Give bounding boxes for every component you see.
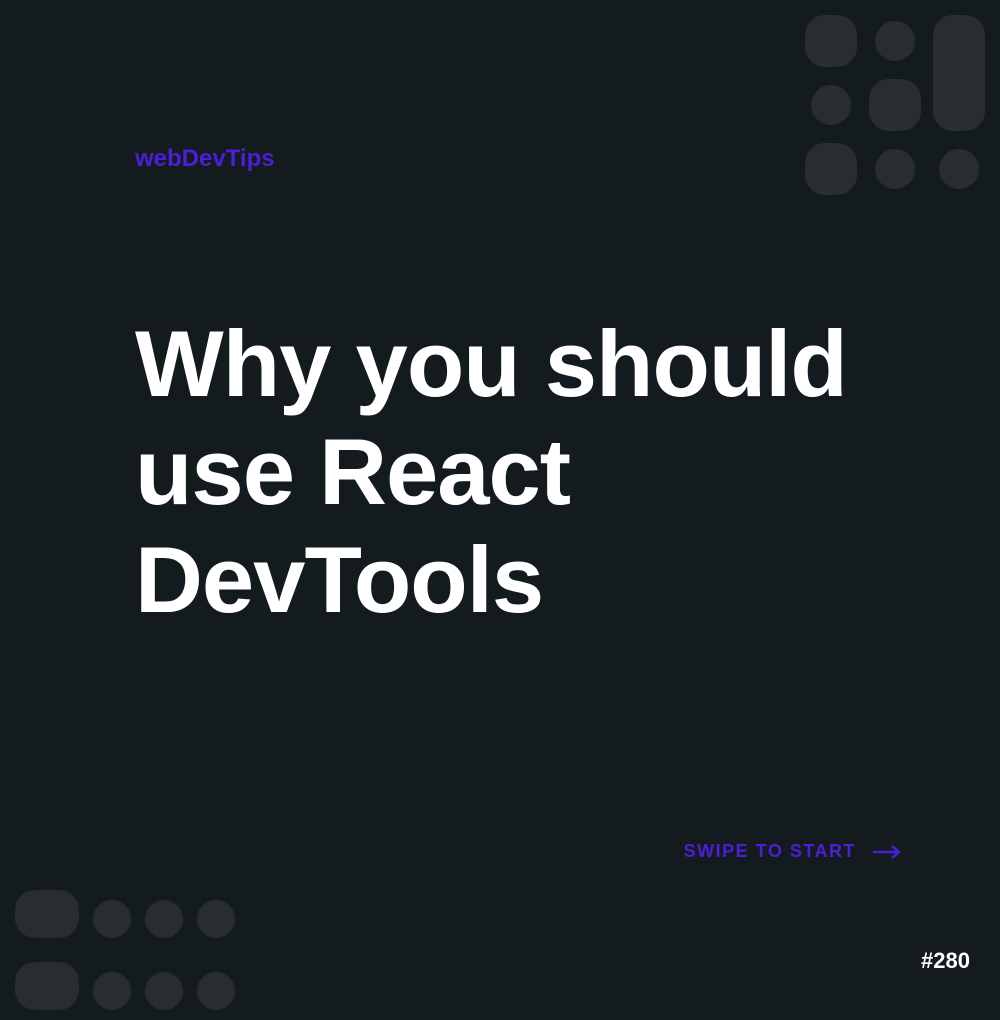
swipe-to-start-cta[interactable]: SWIPE TO START [684,841,902,862]
decoration-top-right [805,15,985,195]
brand-label: webDevTips [135,145,275,173]
cta-label: SWIPE TO START [684,841,856,862]
decoration-bottom-left [15,890,235,1020]
arrow-right-icon [872,844,902,860]
page-title: Why you should use React DevTools [135,310,920,634]
post-number: #280 [921,948,970,974]
